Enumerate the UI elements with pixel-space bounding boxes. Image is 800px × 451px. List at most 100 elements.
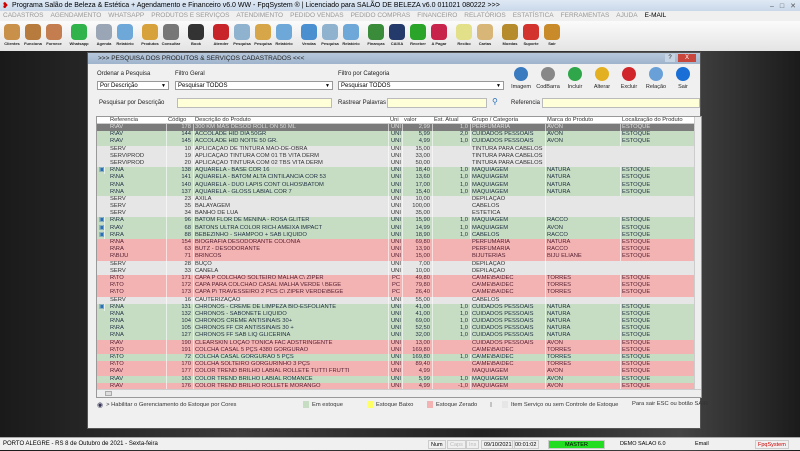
toolbar-button[interactable]: ■ Finanças xyxy=(366,21,386,51)
table-row[interactable]: R\TO 191 COLCHA CASAL 5 PÇS 4380 GORGURÃO U… xyxy=(97,346,701,355)
category-filter-select[interactable]: Pesquisar TODOS ▼ xyxy=(338,81,504,90)
table-row[interactable]: R\AV 190 CLEARSKIN LOÇÃO TÔNICA FAC ADSTRI… xyxy=(97,339,701,347)
table-row[interactable]: SERV 33 CANELA UNI 10,00 DEPILAÇÃO xyxy=(97,267,701,275)
imagem-button[interactable]: Imagem xyxy=(509,67,533,97)
table-row[interactable]: SERV\PROD 20 APLICAÇÃO TINTURA COM 02 TBS … xyxy=(97,159,701,168)
menu-item[interactable]: ESTATÍSTICA xyxy=(513,11,554,21)
menu-item[interactable]: PRODUTOS E SERVIÇOS xyxy=(151,11,229,21)
toolbar-button[interactable]: ■ Fornece xyxy=(44,21,64,51)
table-row[interactable]: R\AV 178 300 KM MAS DESOD ROLL ON 50 ML UNI… xyxy=(97,124,701,132)
toolbar-button[interactable]: ■ Pesquisa xyxy=(232,21,252,51)
cell-marca: NATURA xyxy=(546,325,621,333)
table-row[interactable]: R\RA 63 BUTZ - DESODORANTE UNI 13,90 PERFUMAR… xyxy=(97,246,701,254)
search-description-input[interactable] xyxy=(177,98,332,108)
track-words-input[interactable] xyxy=(387,98,487,108)
table-row[interactable]: R\TO 171 CAPA P COLCHÃO SOLTEIRO MALHA C\ … xyxy=(97,274,701,283)
toolbar-button[interactable]: ■ Cartas xyxy=(475,21,495,51)
table-row[interactable]: R\AV 177 COLOR TREND BRILHO LABIAL ROLLETE… xyxy=(97,368,701,376)
email-button[interactable]: Email xyxy=(693,440,711,449)
toolbar-button[interactable]: ■ Relatório xyxy=(274,21,294,51)
cell-ref: R\AV xyxy=(109,124,167,132)
toolbar-button[interactable]: ■ Atender xyxy=(211,21,231,51)
toolbar-button[interactable]: ■ Book xyxy=(186,21,206,51)
codbarra-button[interactable]: CodBarra xyxy=(536,67,560,97)
table-row[interactable]: SERV 10 APLICAÇÃO DE TINTURA MÃO-DE-OBRA UN… xyxy=(97,145,701,153)
toolbar-button[interactable]: ■ Receber xyxy=(408,21,428,51)
table-row[interactable]: R\RA 105 CHRONOS FF CR ANTISSINAIS 30 + UNI… xyxy=(97,325,701,333)
relao-button[interactable]: Relação xyxy=(644,67,668,97)
menu-item[interactable]: FERRAMENTAS xyxy=(561,11,610,21)
sair-button[interactable]: Sair xyxy=(671,67,695,97)
table-row[interactable]: ▣ R\NA 138 AQUARELA - BASE COR 16 UNI 18,40 1,… xyxy=(97,167,701,175)
toolbar-button[interactable]: ■ Moedas xyxy=(500,21,520,51)
table-row[interactable]: SERV 34 BANHO DE LUA UNI 35,00 ESTÉTICA xyxy=(97,210,701,218)
toolbar-button[interactable]: ■ Consultar xyxy=(161,21,181,51)
toolbar-button[interactable]: ■ Sair xyxy=(542,21,562,51)
toolbar-button[interactable]: ■ Funciona xyxy=(23,21,43,51)
reference-input[interactable] xyxy=(542,98,700,108)
table-row[interactable]: R\AV 145 ACCOLADE HID NOITE 50 GR. UNI 4,99 1… xyxy=(97,138,701,146)
table-row[interactable]: SERV 28 BUÇO UNI 7,00 DEPILAÇÃO xyxy=(97,260,701,268)
table-row[interactable]: R\AV 144 ACCOLADE HID DIA 50GR UNI 5,99 2,0 CU… xyxy=(97,131,701,139)
table-row[interactable]: ▣ R\AV 68 BATONS ULTRA COLOR RICH AMEIXA IM… xyxy=(97,224,701,232)
menu-item[interactable]: PEDIDO VENDAS xyxy=(290,11,343,21)
menu-item[interactable]: ATENDIMENTO xyxy=(236,11,283,21)
toolbar-button[interactable]: ■ A Pagar xyxy=(429,21,449,51)
dialog-close-button[interactable]: X xyxy=(678,54,696,62)
table-row[interactable]: R\TO 72 COLCHA CASAL GORGURÃO 5 PÇS UNI 169,… xyxy=(97,354,701,362)
table-row[interactable]: SERV 16 CAUTERIZAÇÃO UNI 55,00 CABELOS xyxy=(97,296,701,304)
menu-item-email[interactable]: E-MAIL xyxy=(645,11,667,21)
toolbar-button[interactable]: ■ Pesquisa xyxy=(253,21,273,51)
alterar-button[interactable]: Alterar xyxy=(590,67,614,97)
table-row[interactable]: R\NA 127 CHRONOS FF SAB LIQ GLICERINA UNI 32… xyxy=(97,332,701,340)
incluir-button[interactable]: Incluir xyxy=(563,67,587,97)
toolbar-button[interactable]: ■ Whatsapp xyxy=(69,21,89,51)
table-row[interactable]: R\BIJU 71 BRINCOS UNI 15,00 BIJUTERIAS BIJU EL… xyxy=(97,253,701,261)
horizontal-scrollbar[interactable] xyxy=(97,389,701,397)
table-row[interactable]: R\TO 172 CAPA PARA COLCHÃO CASAL MALHA VER… xyxy=(97,282,701,290)
menu-item[interactable]: AJUDA xyxy=(616,11,637,21)
toolbar-button[interactable]: ■ Suporte xyxy=(521,21,541,51)
table-row[interactable]: R\NA 141 AQUARELA - BATOM ALTA CINTILÂNCIA… xyxy=(97,174,701,182)
table-row[interactable]: R\NA 132 CHRONOS - SABONETE LIQUIDO UNI 41,0… xyxy=(97,310,701,319)
toolbar-button[interactable]: ■ Relatório xyxy=(341,21,361,51)
search-icon[interactable]: ⚲ xyxy=(492,97,498,106)
excluir-button[interactable]: Excluir xyxy=(617,67,641,97)
table-row[interactable]: ▣ R\NA 131 CHRONOS - CREME DE LIMPEZA BIO-E… xyxy=(97,303,701,311)
general-filter-select[interactable]: Pesquisar TODOS ▼ xyxy=(175,81,333,90)
toolbar-button[interactable]: ■ Agenda xyxy=(94,21,114,51)
cell-valor: 2,99 xyxy=(403,124,433,132)
toolbar-button[interactable]: ■ CAIXA xyxy=(387,21,407,51)
help-button[interactable]: ? xyxy=(665,54,675,62)
toolbar-button[interactable]: ■ Recibo xyxy=(454,21,474,51)
table-row[interactable]: SERV 35 BALAYAGEM UNI 100,00 CABELOS xyxy=(97,203,701,211)
table-row[interactable]: R\NA 137 AQUARELA - GLOSS LABIAL COR 7 UNI 1… xyxy=(97,188,701,196)
menu-item[interactable]: FINANCEIRO xyxy=(417,11,457,21)
menu-item[interactable]: PEDIDO COMPRAS xyxy=(351,11,411,21)
table-row[interactable]: R\AV 163 COLOR TREND BRILHO LABIAL ROMANCE… xyxy=(97,375,701,383)
vertical-scrollbar[interactable] xyxy=(694,117,701,391)
menu-item[interactable]: RELATÓRIOS xyxy=(464,11,505,21)
table-row[interactable]: R\NA 104 CHRONOS CREME ANTISINAIS 30+ UNI 69… xyxy=(97,318,701,326)
table-row[interactable]: R\NA 140 AQUARELA - DUO LAPIS CONT OLHOS\B… xyxy=(97,181,701,189)
toolbar-button[interactable]: ■ Vendas xyxy=(299,21,319,51)
table-row[interactable]: R\TO 170 COLCHA SOLTEIRO GORGURINHO 3 PÇS U… xyxy=(97,361,701,369)
table-row[interactable]: SERV 23 AXILA UNI 10,00 DEPILAÇÃO xyxy=(97,195,701,204)
order-select[interactable]: Por Descrição ▼ xyxy=(97,81,169,90)
radio-icon[interactable]: ◉ xyxy=(97,401,103,409)
menu-item[interactable]: WHATSAPP xyxy=(108,11,144,21)
table-row[interactable]: R\NA 154 BIOGRAFIA DESODORANTE COLÔNIA UNI 6… xyxy=(97,239,701,247)
scroll-thumb[interactable] xyxy=(105,391,112,396)
table-row[interactable]: ▣ R\RA 96 BATOM FLOR DE MENINA - ROSA GLITE… xyxy=(97,217,701,225)
table-row[interactable]: ▣ R\RA 88 BEBEZINHO - SHAMPOO + SAB LIQUIDO… xyxy=(97,231,701,240)
cell-grupo: CUIDADOS PESSOAIS xyxy=(471,332,546,340)
table-row[interactable]: R\TO 173 CAPA P\ TRAVESSEIRO 2 PCS C\ ZIPE… xyxy=(97,289,701,297)
menu-item[interactable]: AGENDAMENTO xyxy=(50,11,101,21)
toolbar-button[interactable]: ■ Relatório xyxy=(115,21,135,51)
menu-item[interactable]: CADASTROS xyxy=(3,11,43,21)
toolbar-button[interactable]: ■ Pesquisa xyxy=(320,21,340,51)
toolbar-button[interactable]: ■ Clientes xyxy=(2,21,22,51)
toolbar-button[interactable]: ■ Produtos xyxy=(140,21,160,51)
table-row[interactable]: SERV\PROD 19 APLICAÇÃO TINTURA COM 01 TB V… xyxy=(97,152,701,160)
color-management-toggle[interactable]: ◉ > Habilitar o Gerenciamento do Estoque … xyxy=(97,401,236,409)
